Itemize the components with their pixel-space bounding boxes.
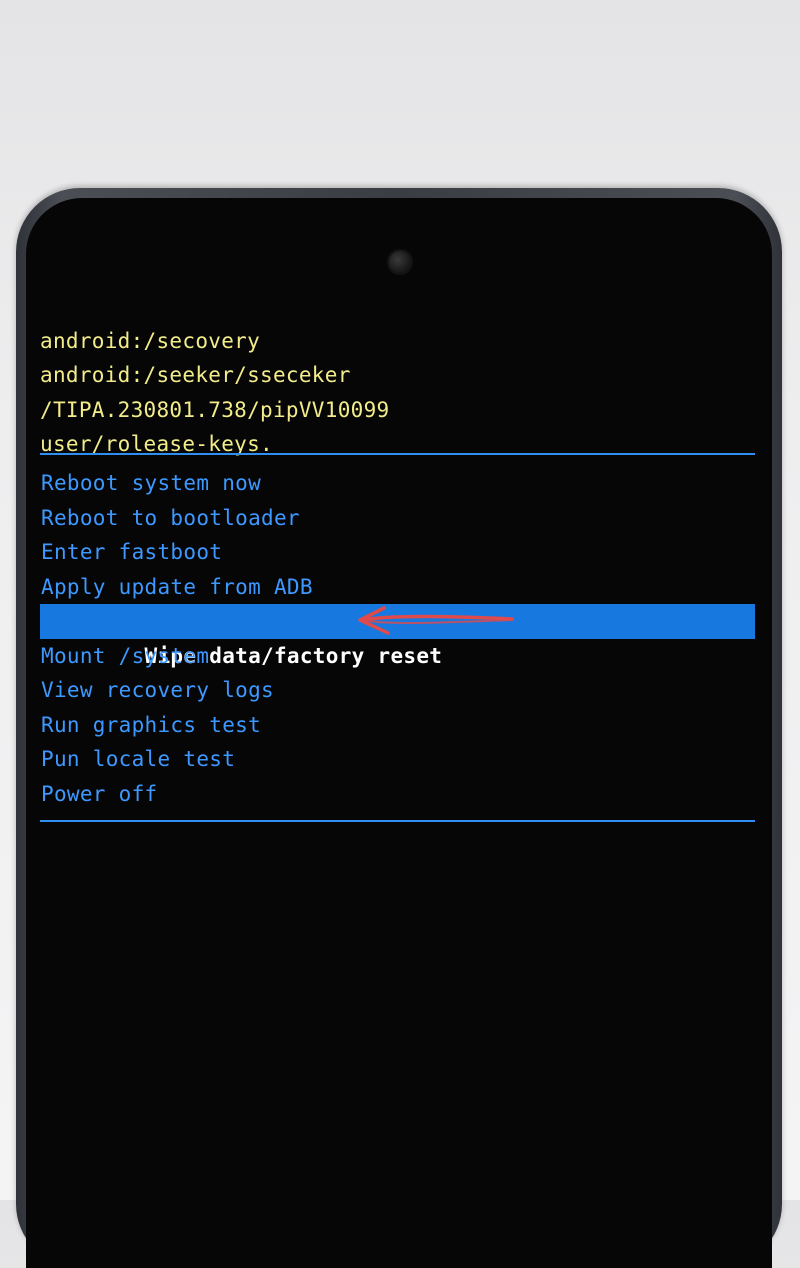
header-line: android:/seeker/sseceker — [40, 363, 351, 388]
menu-item-power-off[interactable]: Power off — [40, 777, 755, 812]
phone-frame: android:/secovery android:/seeker/ssecek… — [16, 188, 782, 1268]
menu-item-locale-test[interactable]: Pun locale test — [40, 742, 755, 777]
menu-item-reboot-system[interactable]: Reboot system now — [40, 466, 755, 501]
menu-item-apply-update-adb[interactable]: Apply update from ADB — [40, 570, 755, 605]
menu-item-enter-fastboot[interactable]: Enter fastboot — [40, 535, 755, 570]
menu-item-wipe-data[interactable]: Wipe data/factory reset — [40, 604, 755, 668]
red-arrow-icon — [358, 606, 514, 635]
recovery-header: android:/secovery android:/seeker/ssecek… — [40, 324, 389, 461]
header-line: user/rolease-keys. — [40, 431, 273, 456]
header-line: android:/secovery — [40, 329, 261, 353]
front-camera-icon — [389, 251, 411, 273]
recovery-screen: android:/secovery android:/seeker/ssecek… — [26, 198, 772, 1268]
menu-item-mount-system[interactable]: Mount /system — [40, 639, 755, 674]
menu-item-reboot-bootloader[interactable]: Reboot to bootloader — [40, 501, 755, 536]
recovery-menu: Reboot system now Reboot to bootloader E… — [40, 466, 755, 811]
menu-divider-bottom — [40, 820, 755, 822]
header-line: /TIPA.230801.738/pipVV10099 — [40, 397, 390, 422]
menu-item-view-recovery-logs[interactable]: View recovery logs — [40, 673, 755, 708]
menu-divider-top — [40, 453, 755, 455]
menu-item-run-graphics-test[interactable]: Run graphics test — [40, 708, 755, 743]
